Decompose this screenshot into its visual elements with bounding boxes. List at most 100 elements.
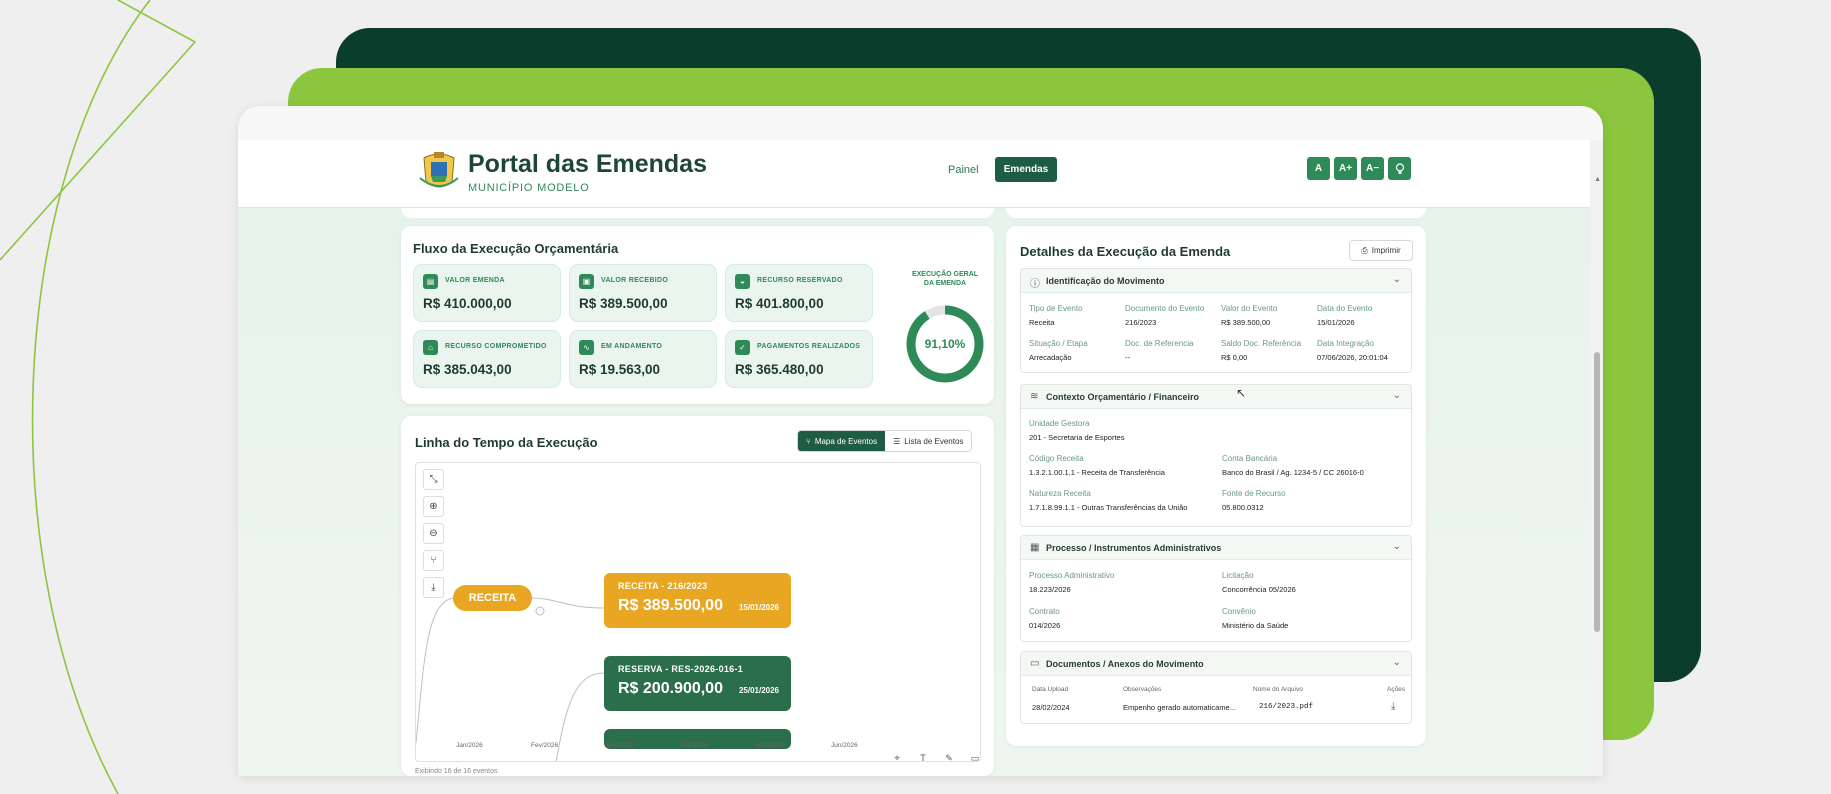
section-header[interactable]: ▦ Processo / Instrumentos Administrativo… [1021,536,1411,560]
section-header[interactable]: ≋ Contexto Orçamentário / Financeiro ⌄ [1021,385,1411,409]
field-value: Concorrência 05/2026 [1222,585,1296,594]
field-value: 07/06/2026, 20:01:04 [1317,353,1388,362]
field-label: Situação / Etapa [1029,339,1088,348]
mouse-cursor-icon: ↖ [1236,386,1247,400]
field-label: Contrato [1029,607,1060,616]
section-title: Documentos / Anexos do Movimento [1046,659,1204,669]
field-value: R$ 389.500,00 [1221,318,1271,327]
file-name-link[interactable]: 216/2023.pdf [1259,703,1313,711]
event-value: R$ 389.500,00 [618,597,723,614]
section-title: Contexto Orçamentário / Financeiro [1046,392,1200,402]
decorative-arc [0,0,197,794]
event-map-canvas[interactable]: ⤡ ⊕ ⊖ ⑂ ⤓ RECEITA RECEITA - 216/2023 R$ … [415,462,981,762]
execucao-value: 91,10% [925,337,966,351]
linha-tempo-card: Linha do Tempo da Execução ⑂ Mapa de Eve… [401,416,994,776]
month-label: Abr/2026 [681,742,708,749]
field-label: Fonte de Recurso [1222,489,1286,498]
printer-icon: ⎙ [1361,245,1368,255]
select-icon[interactable]: ⌖ [889,751,905,762]
font-normal-button[interactable]: A [1307,157,1330,180]
branch-icon: ⑂ [806,436,811,446]
print-label: Imprimir [1371,246,1401,255]
page-scrollbar[interactable]: ▲ ▼ [1590,140,1603,776]
field-label: Valor do Evento [1221,304,1278,313]
check-circle-icon: ✓ [735,340,750,355]
nav-painel[interactable]: Painel [948,164,979,176]
previous-card-bottom [1006,208,1426,218]
fluxo-title: Fluxo da Execução Orçamentária [413,241,619,256]
detalhes-execucao-card: Detalhes da Execução da Emenda ⎙ Imprimi… [1006,226,1426,746]
field-label: Data do Evento [1317,304,1373,313]
table-header: Ações [1387,686,1406,693]
nav-emendas[interactable]: Emendas [995,157,1057,182]
kpi-label: VALOR RECEBIDO [601,277,669,284]
kpi-pagamentos-realizados: ✓ PAGAMENTOS REALIZADOS R$ 365.480,00 [725,330,873,388]
table-header: Nome do Arquivo [1253,686,1303,693]
print-button[interactable]: ⎙ Imprimir [1349,240,1413,261]
scrollbar-thumb[interactable] [1594,352,1600,632]
list-icon: ☰ [893,436,901,446]
field-label: Licitação [1222,571,1254,580]
chevron-down-icon: ⌄ [1392,390,1401,401]
events-count: Exibindo 16 de 16 eventos [415,768,498,775]
municipal-coat-of-arms-icon [419,152,459,188]
chevron-down-icon: ⌄ [1392,541,1401,552]
event-card-reserva[interactable]: RESERVA - RES-2026-016-1 R$ 200.900,00 2… [604,656,791,711]
folder-icon: ▭ [1030,658,1040,669]
lightbulb-icon[interactable] [1388,157,1411,180]
info-icon: ⓘ [1030,279,1040,290]
kpi-label: EM ANDAMENTO [601,343,663,350]
field-label: Processo Administrativo [1029,571,1115,580]
kpi-label: PAGAMENTOS REALIZADOS [757,343,861,350]
tab-lista-eventos[interactable]: ☰ Lista de Eventos [885,431,972,451]
layers-icon: ≋ [1030,391,1039,402]
kpi-value: R$ 365.480,00 [735,362,824,377]
field-label: Documento do Evento [1125,304,1205,313]
section-title: Processo / Instrumentos Administrativos [1046,543,1222,553]
browser-window: Portal das Emendas MUNICÍPIO MODELO Pain… [238,106,1603,776]
field-value: -- [1125,353,1130,362]
kpi-label: VALOR EMENDA [445,277,505,284]
field-value: 1.7.1.8.99.1.1 - Outras Transferências d… [1029,503,1188,512]
document-icon: ▤ [423,274,438,289]
text-tool-icon[interactable]: T [915,751,931,761]
font-increase-button[interactable]: A+ [1334,157,1357,180]
field-label: Saldo Doc. Referência [1221,339,1302,348]
comment-icon[interactable]: ▭ [967,751,980,762]
event-date: 15/01/2026 [738,603,779,612]
tab-mapa-eventos[interactable]: ⑂ Mapa de Eventos [798,431,886,451]
event-value: R$ 200.900,00 [618,680,723,697]
field-value: 05.800.0312 [1222,503,1264,512]
section-processo: ▦ Processo / Instrumentos Administrativo… [1020,535,1412,642]
event-date: 25/01/2026 [738,686,779,695]
field-label: Tipo de Evento [1029,304,1083,313]
piggy-bank-icon: ◒ [735,274,750,289]
section-contexto: ≋ Contexto Orçamentário / Financeiro ⌄ U… [1020,384,1412,527]
section-header[interactable]: ⓘ Identificação do Movimento ⌄ [1021,269,1411,293]
field-label: Convênio [1222,607,1256,616]
timeline-node-receita[interactable]: RECEITA [453,585,532,611]
linha-tempo-title: Linha do Tempo da Execução [415,435,598,450]
tab-label: Lista de Eventos [904,436,964,446]
kpi-em-andamento: ∿ EM ANDAMENTO R$ 19.563,00 [569,330,717,388]
field-value: Arrecadação [1029,353,1072,362]
field-label: Código Receita [1029,454,1084,463]
section-header[interactable]: ▭ Documentos / Anexos do Movimento ⌄ [1021,652,1411,676]
kpi-value: R$ 410.000,00 [423,296,512,311]
event-card-receita[interactable]: RECEITA - 216/2023 R$ 389.500,00 15/01/2… [604,573,791,628]
scroll-up-icon[interactable]: ▲ [1594,176,1601,183]
field-value: 201 - Secretaria de Esportes [1029,433,1125,442]
field-label: Conta Bancária [1222,454,1278,463]
bank-icon: ⌂ [423,340,438,355]
pencil-icon[interactable]: ✎ [941,751,957,762]
table-cell: Empenho gerado automaticame... [1123,703,1236,712]
field-value: Banco do Brasil / Ag. 1234-5 / CC 26016-… [1222,468,1364,477]
municipality-name: MUNICÍPIO MODELO [468,182,590,194]
field-value: 216/2023 [1125,318,1157,327]
kpi-label: RECURSO RESERVADO [757,277,843,284]
execucao-geral-label: EXECUÇÃO GERAL DA EMENDA [911,271,979,287]
download-icon[interactable]: ⤓ [1391,701,1395,712]
field-label: Data Integração [1317,339,1374,348]
field-label: Doc. de Referencia [1125,339,1194,348]
font-decrease-button[interactable]: A− [1361,157,1384,180]
